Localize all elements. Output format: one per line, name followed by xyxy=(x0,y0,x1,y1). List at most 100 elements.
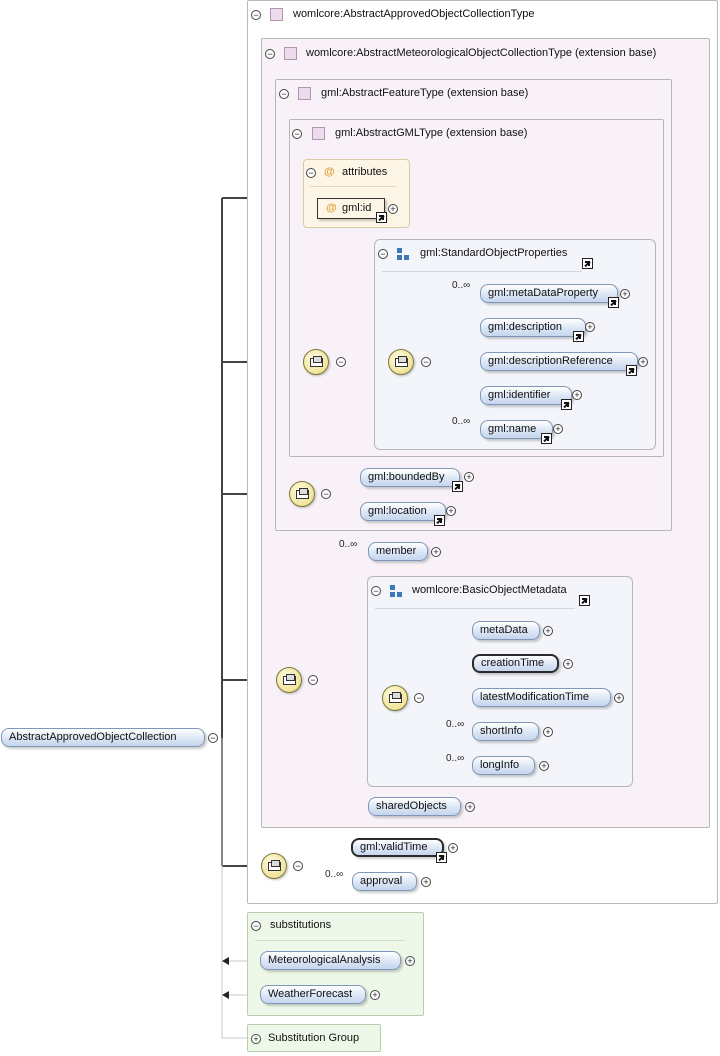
group-divider xyxy=(382,271,582,272)
expand-button[interactable]: + xyxy=(543,626,553,636)
element-label: shortInfo xyxy=(480,725,523,737)
element-label: metaData xyxy=(480,624,528,636)
complex-type-icon xyxy=(284,47,297,60)
expand-button[interactable]: + xyxy=(620,289,630,299)
element-label: gml:location xyxy=(368,505,427,517)
substitutions-collapse-button[interactable]: − xyxy=(251,921,261,931)
expand-button[interactable]: + xyxy=(448,843,458,853)
element-label: sharedObjects xyxy=(376,800,447,812)
standard-props-title: gml:StandardObjectProperties xyxy=(420,247,568,259)
type4-title: gml:AbstractGMLType (extension base) xyxy=(335,127,528,139)
expand-button[interactable]: + xyxy=(388,204,398,214)
expand-button[interactable]: + xyxy=(563,659,573,669)
expand-button[interactable]: + xyxy=(543,727,553,737)
reference-arrow-icon[interactable] xyxy=(376,212,387,223)
group-icon xyxy=(390,585,403,598)
expand-button[interactable]: + xyxy=(572,390,582,400)
type1-title: womlcore:AbstractApprovedObjectCollectio… xyxy=(293,8,535,20)
sequence-compositor-icon[interactable] xyxy=(289,481,315,507)
expand-button[interactable]: + xyxy=(405,956,415,966)
root-collapse-button[interactable]: − xyxy=(208,733,218,743)
element-gml-descriptionreference[interactable]: gml:descriptionReference xyxy=(480,352,638,371)
attribute-gml-id[interactable]: @ gml:id xyxy=(317,198,385,219)
reference-arrow-icon[interactable] xyxy=(452,481,463,492)
element-member[interactable]: member xyxy=(368,542,428,561)
cardinality-label: 0..∞ xyxy=(446,719,465,730)
complex-type-icon xyxy=(298,87,311,100)
element-weatherforecast[interactable]: WeatherForecast xyxy=(260,985,366,1004)
type4-collapse-button[interactable]: − xyxy=(292,129,302,139)
root-element[interactable]: AbstractApprovedObjectCollection xyxy=(1,728,205,747)
expand-button[interactable]: + xyxy=(614,693,624,703)
element-gml-identifier[interactable]: gml:identifier xyxy=(480,386,572,405)
root-element-label: AbstractApprovedObjectCollection xyxy=(9,731,177,743)
substitution-group-expand-button[interactable]: + xyxy=(251,1034,261,1044)
expand-button[interactable]: + xyxy=(539,761,549,771)
compositor-collapse-button[interactable]: − xyxy=(308,675,318,685)
reference-arrow-icon[interactable] xyxy=(541,433,552,444)
element-label: WeatherForecast xyxy=(268,988,353,1000)
expand-button[interactable]: + xyxy=(553,424,563,434)
element-metadata[interactable]: metaData xyxy=(472,621,540,640)
compositor-collapse-button[interactable]: − xyxy=(421,357,431,367)
element-gml-boundedby[interactable]: gml:boundedBy xyxy=(360,468,460,487)
element-label: latestModificationTime xyxy=(480,691,590,703)
element-label: MeteorologicalAnalysis xyxy=(268,954,381,966)
reference-arrow-icon[interactable] xyxy=(561,399,572,410)
reference-arrow-icon[interactable] xyxy=(573,331,584,342)
reference-arrow-icon[interactable] xyxy=(626,365,637,376)
element-longinfo[interactable]: longInfo xyxy=(472,756,535,775)
choice-compositor-icon[interactable] xyxy=(382,685,408,711)
compositor-collapse-button[interactable]: − xyxy=(321,489,331,499)
element-label: gml:name xyxy=(488,423,537,435)
attribute-icon: @ xyxy=(326,202,337,214)
element-gml-validtime[interactable]: gml:validTime xyxy=(351,838,444,857)
sequence-compositor-icon[interactable] xyxy=(388,349,414,375)
reference-arrow-icon[interactable] xyxy=(582,258,593,269)
reference-arrow-icon[interactable] xyxy=(579,595,590,606)
compositor-collapse-button[interactable]: − xyxy=(414,693,424,703)
compositor-collapse-button[interactable]: − xyxy=(336,357,346,367)
attribute-icon: @ xyxy=(324,166,335,178)
element-gml-description[interactable]: gml:description xyxy=(480,318,586,337)
sequence-compositor-icon[interactable] xyxy=(276,667,302,693)
attributes-title: attributes xyxy=(342,166,388,178)
complex-type-icon xyxy=(270,8,283,21)
expand-button[interactable]: + xyxy=(465,802,475,812)
basic-meta-title: womlcore:BasicObjectMetadata xyxy=(412,584,567,596)
cardinality-label: 0..∞ xyxy=(325,869,344,880)
sequence-compositor-icon[interactable] xyxy=(261,853,287,879)
element-label: creationTime xyxy=(481,657,545,669)
group-collapse-button[interactable]: − xyxy=(371,586,381,596)
expand-button[interactable]: + xyxy=(431,547,441,557)
element-label: gml:identifier xyxy=(488,389,551,401)
type2-collapse-button[interactable]: − xyxy=(265,49,275,59)
compositor-collapse-button[interactable]: − xyxy=(293,861,303,871)
substitutions-divider xyxy=(255,940,405,941)
attribute-gml-id-label: gml:id xyxy=(342,202,372,214)
substitutions-title: substitutions xyxy=(270,919,332,931)
element-meteorologicalanalysis[interactable]: MeteorologicalAnalysis xyxy=(260,951,401,970)
reference-arrow-icon[interactable] xyxy=(436,852,447,863)
expand-button[interactable]: + xyxy=(421,877,431,887)
group-collapse-button[interactable]: − xyxy=(378,249,388,259)
element-gml-metadataproperty[interactable]: gml:metaDataProperty xyxy=(480,284,618,303)
expand-button[interactable]: + xyxy=(585,322,595,332)
type1-collapse-button[interactable]: − xyxy=(251,10,261,20)
expand-button[interactable]: + xyxy=(464,472,474,482)
element-label: gml:boundedBy xyxy=(368,471,445,483)
element-approval[interactable]: approval xyxy=(352,872,417,891)
sequence-compositor-icon[interactable] xyxy=(303,349,329,375)
cardinality-label: 0..∞ xyxy=(446,753,465,764)
type3-collapse-button[interactable]: − xyxy=(279,89,289,99)
attributes-collapse-button[interactable]: − xyxy=(306,168,316,178)
reference-arrow-icon[interactable] xyxy=(608,297,619,308)
reference-arrow-icon[interactable] xyxy=(434,515,445,526)
expand-button[interactable]: + xyxy=(446,506,456,516)
element-latestmodificationtime[interactable]: latestModificationTime xyxy=(472,688,611,707)
expand-button[interactable]: + xyxy=(370,990,380,1000)
element-shortinfo[interactable]: shortInfo xyxy=(472,722,539,741)
expand-button[interactable]: + xyxy=(638,357,648,367)
element-creationtime[interactable]: creationTime xyxy=(472,654,559,673)
element-sharedobjects[interactable]: sharedObjects xyxy=(368,797,461,816)
